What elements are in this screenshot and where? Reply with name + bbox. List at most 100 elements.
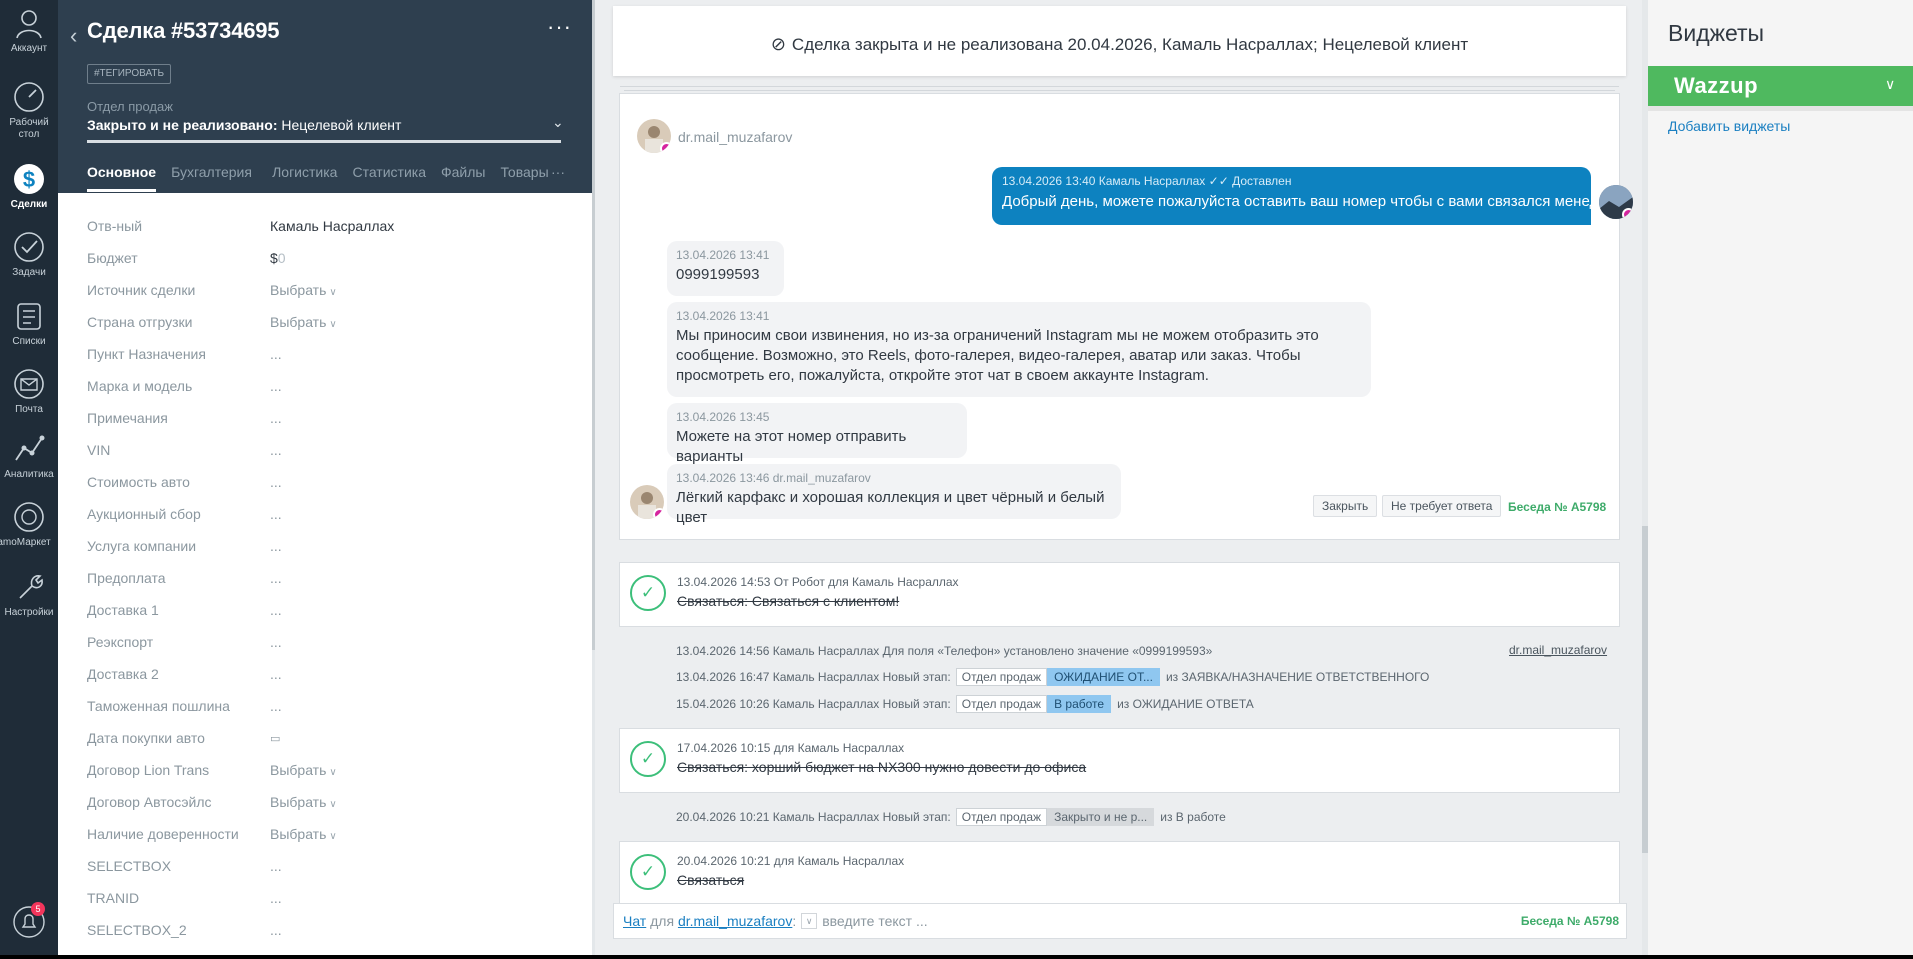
stack-divider	[624, 90, 1615, 91]
lists-icon	[17, 303, 41, 330]
field-value[interactable]: ...	[270, 570, 282, 586]
no-reply-button[interactable]: Не требует ответа	[1382, 495, 1502, 517]
recipient-link[interactable]: dr.mail_muzafarov	[678, 913, 792, 929]
tag-button[interactable]: #ТЕГИРОВАТЬ	[87, 64, 171, 84]
chat-contact-name[interactable]: dr.mail_muzafarov	[678, 129, 792, 145]
account-icon	[16, 10, 42, 39]
chevron-down-icon: ∨	[329, 767, 337, 778]
ban-icon: ⊘	[770, 34, 786, 54]
field-row: SELECTBOX...	[87, 850, 557, 882]
task-text: Связаться	[677, 872, 745, 888]
field-value[interactable]: ...	[270, 378, 282, 394]
message-meta: 13.04.2026 13:41	[676, 248, 770, 262]
nav-analytics[interactable]: Аналитика	[0, 432, 58, 481]
budget-amount: 0	[277, 250, 286, 266]
field-label: SELECTBOX	[87, 858, 172, 874]
compose-for: для	[650, 913, 675, 929]
stack-divider	[620, 86, 1619, 87]
tab-products[interactable]: Товары	[500, 164, 548, 192]
tab-statistics[interactable]: Статистика	[352, 164, 426, 192]
analytics-icon	[15, 435, 45, 461]
field-select[interactable]: Выбрать ∨	[270, 794, 337, 810]
delivered-check-icon: ✓✓	[1208, 174, 1229, 188]
field-row: Аукционный сбор...	[87, 498, 557, 530]
tab-logistics[interactable]: Логистика	[272, 164, 337, 192]
nav-label: amoМаркет	[0, 537, 51, 548]
field-value[interactable]: ...	[270, 634, 282, 650]
wazzup-widget[interactable]: Wazzup ∨	[1648, 66, 1913, 106]
field-value[interactable]: ...	[270, 602, 282, 618]
field-value[interactable]: ...	[270, 858, 282, 874]
contact-avatar[interactable]	[637, 119, 671, 153]
field-value[interactable]: ...	[270, 922, 282, 938]
message-time-author: 13.04.2026 13:40 Камаль Насраллах	[1002, 174, 1206, 188]
field-row: Источник сделки Выбрать ∨	[87, 274, 557, 306]
field-value[interactable]: ...	[270, 538, 282, 554]
deal-title[interactable]: Сделка #53734695	[87, 18, 280, 44]
field-value[interactable]: ...	[270, 410, 282, 426]
talk-number-link[interactable]: Беседа № A5798	[1508, 500, 1606, 514]
field-select[interactable]: Выбрать ∨	[270, 282, 337, 298]
task-meta: 20.04.2026 10:21 для Камаль Насраллах	[677, 854, 905, 868]
talk-number-link[interactable]: Беседа № A5798	[1521, 914, 1619, 928]
more-options-icon[interactable]: ···	[547, 14, 572, 40]
compose-input[interactable]: введите текст ...	[822, 913, 927, 929]
field-value[interactable]: ...	[270, 442, 282, 458]
select-label: Выбрать	[270, 794, 327, 810]
tab-main[interactable]: Основное	[87, 164, 157, 192]
stage-pill: Закрыто и не р...	[1047, 808, 1155, 826]
field-select[interactable]: Выбрать ∨	[270, 826, 337, 842]
chevron-down-icon[interactable]: ∨	[801, 913, 818, 929]
select-label: Выбрать	[270, 314, 327, 330]
nav-market[interactable]: amoМаркет	[0, 500, 58, 549]
field-value[interactable]: ...	[270, 474, 282, 490]
chevron-down-icon[interactable]: ⌄	[552, 114, 564, 131]
contact-avatar[interactable]	[630, 485, 664, 519]
tab-accounting[interactable]: Бухгалтерия	[171, 164, 257, 192]
chat-type-link[interactable]: Чат	[623, 913, 646, 929]
settings-icon	[19, 575, 43, 599]
back-arrow-icon[interactable]: ‹	[70, 23, 77, 49]
field-label: Страна отгрузки	[87, 314, 193, 330]
field-list: Отв-ный Камаль Насраллах Бюджет $0 Источни…	[87, 210, 557, 946]
field-value[interactable]: ...	[270, 890, 282, 906]
field-row: Бюджет $0	[87, 242, 557, 274]
status-select[interactable]: Закрыто и не реализовано: Нецелевой клие…	[87, 117, 401, 133]
nav-label: Списки	[12, 336, 46, 347]
calendar-icon[interactable]: ▭	[270, 732, 280, 745]
nav-lists[interactable]: Списки	[0, 299, 58, 348]
activity-feed: ⊘ Сделка закрыта и не реализована 20.04.2…	[595, 0, 1645, 955]
nav-tasks[interactable]: Задачи	[0, 230, 58, 279]
deals-icon: $	[14, 164, 44, 194]
field-row: VIN...	[87, 434, 557, 466]
field-label: TRANID	[87, 890, 140, 906]
field-row: Наличие довереннocти Выбрать ∨	[87, 818, 557, 850]
tabs-more-icon[interactable]: ···	[551, 164, 565, 188]
tab-files[interactable]: Файлы	[441, 164, 485, 192]
add-widgets-link[interactable]: Добавить виджеты	[1668, 118, 1790, 134]
nav-deals[interactable]: $ Сделки	[0, 162, 58, 211]
close-chat-button[interactable]: Закрыть	[1313, 495, 1378, 517]
budget-value[interactable]: $0	[270, 250, 286, 266]
contact-link[interactable]: dr.mail_muzafarov	[1509, 643, 1607, 657]
field-select[interactable]: Выбрать ∨	[270, 762, 337, 778]
pipeline-pill: Отдел продаж	[955, 695, 1048, 713]
event-from: из ЗАЯВКА/НАЗНАЧЕНИЕ ОТВЕТСТВЕННОГО	[1165, 670, 1430, 684]
event-text: 13.04.2026 16:47 Камаль Насраллах Новый …	[676, 670, 951, 684]
message-composer[interactable]: Чат для dr.mail_muzafarov: ∨ введите тек…	[613, 903, 1627, 939]
field-value[interactable]: Камаль Насраллах	[270, 218, 394, 234]
nav-settings[interactable]: Настройки	[0, 570, 58, 619]
field-value[interactable]: ...	[270, 666, 282, 682]
nav-account[interactable]: Аккаунт	[0, 6, 58, 55]
field-value[interactable]: ...	[270, 506, 282, 522]
field-value[interactable]: ...	[270, 698, 282, 714]
nav-dashboard[interactable]: Рабочий стол	[0, 80, 58, 141]
feed-event: 13.04.2026 16:47 Камаль Насраллах Новый …	[676, 667, 1429, 687]
field-select[interactable]: Выбрать ∨	[270, 314, 337, 330]
field-label: Стоимость авто	[87, 474, 190, 490]
field-row: Предоплата...	[87, 562, 557, 594]
field-value[interactable]: ...	[270, 346, 282, 362]
field-label: Таможенная пошлина	[87, 698, 230, 714]
nav-mail[interactable]: Почта	[0, 367, 58, 416]
nav-notifications[interactable]	[0, 905, 58, 942]
